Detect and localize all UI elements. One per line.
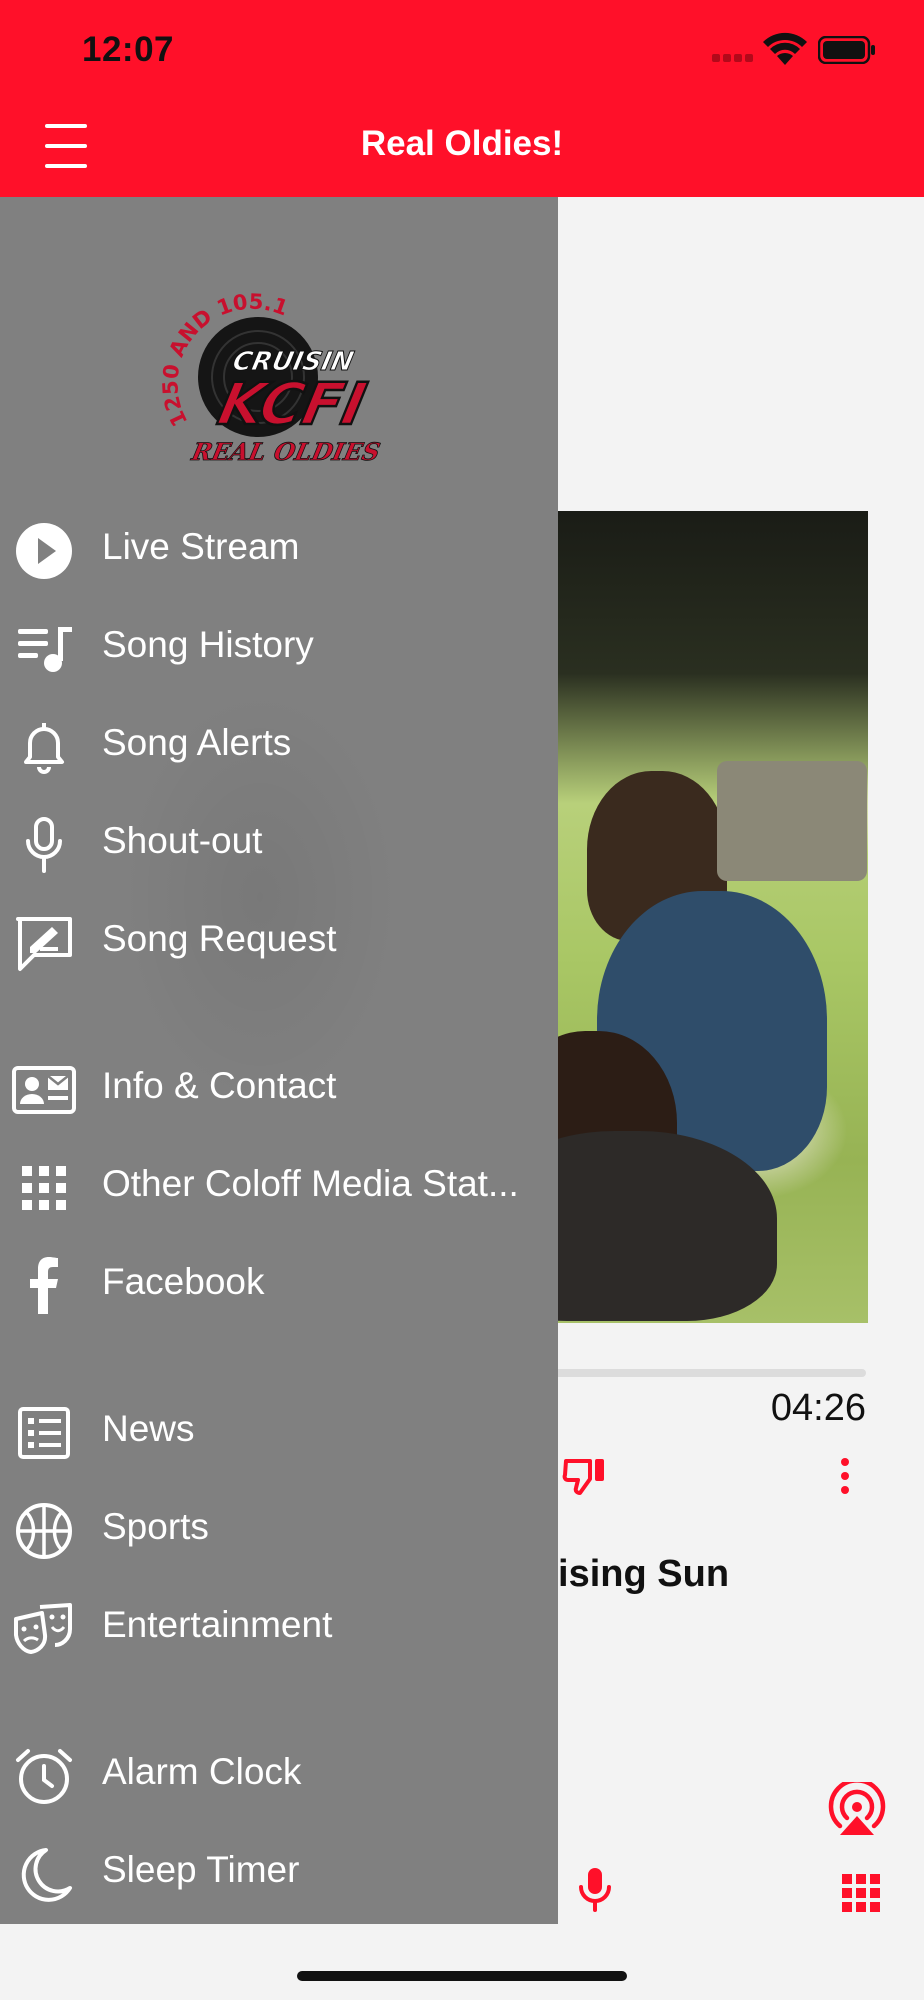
menu-item-sleep-timer[interactable]: Sleep Timer (0, 1826, 558, 1916)
svg-text:REAL OLDIES: REAL OLDIES (188, 437, 382, 466)
menu-item-alarm-clock[interactable]: Alarm Clock (0, 1728, 558, 1818)
menu-item-label: Live Stream (102, 526, 300, 567)
menu-item-label: Sports (102, 1506, 209, 1547)
menu-item-label: Info & Contact (102, 1065, 337, 1106)
svg-text:KCFI: KCFI (213, 371, 372, 438)
more-options-button[interactable] (830, 1456, 860, 1496)
home-indicator (297, 1971, 627, 1981)
theater-masks-icon (14, 1603, 72, 1654)
play-circle-icon (16, 523, 72, 579)
menu-item-song-history[interactable]: Song History (0, 601, 558, 691)
menu-item-entertainment[interactable]: Entertainment (0, 1581, 558, 1671)
menu-item-label: Song Alerts (102, 722, 292, 763)
menu-item-label: News (102, 1408, 195, 1449)
menu-item-label: Song History (102, 624, 314, 665)
station-logo: 1250 AND 105.1 CRUISIN KCFI REAL OLDIES (160, 292, 383, 466)
playlist-icon (18, 627, 72, 672)
moon-icon (21, 1848, 72, 1902)
total-duration: 04:26 (770, 1387, 866, 1429)
newspaper-icon (18, 1407, 70, 1459)
grid-icon (22, 1166, 66, 1210)
grid-icon[interactable] (842, 1874, 880, 1912)
cellular-signal-icon (712, 54, 754, 62)
menu-item-label: Entertainment (102, 1604, 333, 1645)
microphone-icon (26, 817, 62, 873)
menu-item-live-stream[interactable]: Live Stream (0, 503, 558, 593)
menu-item-label: Alarm Clock (102, 1751, 302, 1792)
page-title: Real Oldies! (360, 124, 564, 163)
alarm-clock-icon (16, 1749, 72, 1804)
top-bar: 12:07 Real Oldies! (0, 0, 924, 197)
basketball-icon (16, 1503, 72, 1559)
menu-item-label: Facebook (102, 1261, 265, 1302)
microphone-icon[interactable] (577, 1866, 613, 1912)
facebook-icon (30, 1257, 58, 1314)
menu-item-label: Sleep Timer (102, 1849, 300, 1890)
menu-item-other-stations[interactable]: Other Coloff Media Stat... (0, 1140, 558, 1230)
menu-item-song-request[interactable]: Song Request (0, 895, 558, 985)
airplay-icon[interactable] (828, 1782, 886, 1836)
menu-item-news[interactable]: News (0, 1385, 558, 1475)
menu-item-sports[interactable]: Sports (0, 1483, 558, 1573)
status-time: 12:07 (82, 30, 175, 69)
navigation-drawer: 1250 AND 105.1 CRUISIN KCFI REAL OLDIES … (0, 197, 558, 1924)
contact-card-icon (12, 1066, 76, 1114)
menu-item-info-contact[interactable]: Info & Contact (0, 1042, 558, 1132)
menu-item-label: Shout-out (102, 820, 263, 861)
menu-item-facebook[interactable]: Facebook (0, 1238, 558, 1328)
bell-icon (24, 723, 64, 774)
request-pen-icon (16, 917, 72, 971)
menu-item-label: Other Coloff Media Stat... (102, 1163, 519, 1204)
menu-item-song-alerts[interactable]: Song Alerts (0, 699, 558, 789)
wifi-icon (763, 32, 807, 65)
menu-item-label: Song Request (102, 918, 337, 959)
menu-item-shout-out[interactable]: Shout-out (0, 797, 558, 887)
thumbs-down-icon[interactable] (562, 1455, 608, 1495)
battery-icon (818, 36, 875, 64)
